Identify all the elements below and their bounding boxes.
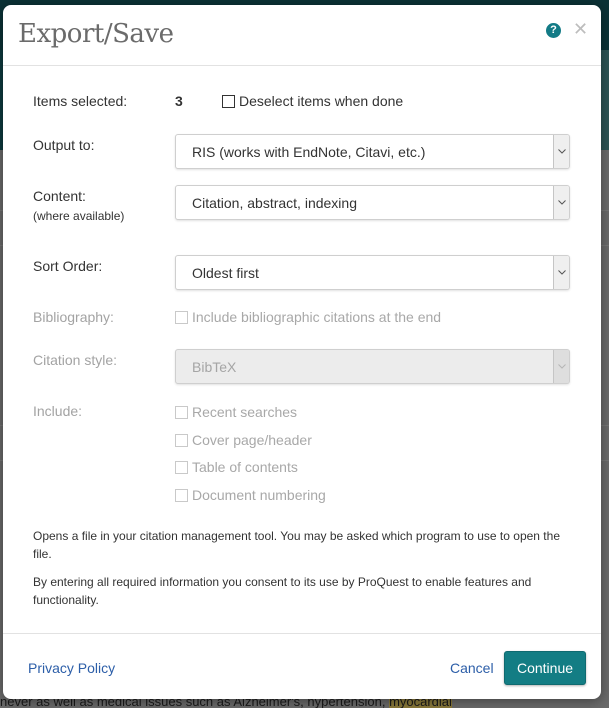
dialog-footer: Privacy Policy Cancel Continue bbox=[3, 633, 601, 699]
include-option-label: Table of contents bbox=[192, 459, 298, 475]
bibliography-option-label: Include bibliographic citations at the e… bbox=[192, 309, 442, 325]
export-save-dialog: Export/Save ? ✕ Items selected: 3 Desele… bbox=[3, 5, 601, 699]
citation-style-value: BibTeX bbox=[192, 359, 237, 375]
content-select[interactable]: Citation, abstract, indexing bbox=[175, 185, 570, 220]
dialog-title: Export/Save bbox=[18, 19, 174, 49]
content-label-text: Content: bbox=[33, 188, 86, 204]
output-to-select[interactable]: RIS (works with EndNote, Citavi, etc.) bbox=[175, 134, 570, 169]
content-value: Citation, abstract, indexing bbox=[192, 195, 357, 211]
citation-style-label: Citation style: bbox=[33, 352, 118, 368]
include-option-label: Recent searches bbox=[192, 404, 298, 420]
chevron-down-icon[interactable] bbox=[553, 350, 569, 383]
deselect-items-checkbox[interactable]: Deselect items when done bbox=[222, 93, 403, 109]
checkbox-icon[interactable] bbox=[175, 460, 188, 474]
include-table-of-contents-checkbox[interactable]: Table of contents bbox=[175, 459, 298, 475]
include-recent-searches-checkbox[interactable]: Recent searches bbox=[175, 404, 297, 420]
content-sublabel: (where available) bbox=[33, 209, 125, 223]
output-to-value: RIS (works with EndNote, Citavi, etc.) bbox=[192, 144, 426, 160]
export-description: Opens a file in your citation management… bbox=[33, 529, 560, 561]
items-selected-label: Items selected: bbox=[33, 93, 128, 109]
include-option-label: Document numbering bbox=[192, 487, 326, 503]
chevron-down-icon[interactable] bbox=[553, 256, 569, 289]
citation-style-select[interactable]: BibTeX bbox=[175, 349, 570, 384]
chevron-down-icon[interactable] bbox=[553, 186, 569, 219]
cancel-button[interactable]: Cancel bbox=[450, 660, 494, 676]
continue-button[interactable]: Continue bbox=[504, 651, 586, 685]
checkbox-icon[interactable] bbox=[175, 488, 188, 502]
content-label: Content: (where available) bbox=[33, 188, 124, 223]
bibliography-label: Bibliography: bbox=[33, 309, 114, 325]
output-to-label: Output to: bbox=[33, 137, 95, 153]
include-label: Include: bbox=[33, 403, 83, 419]
deselect-items-label: Deselect items when done bbox=[239, 93, 404, 109]
question-circle-icon[interactable]: ? bbox=[546, 23, 561, 38]
checkbox-icon[interactable] bbox=[175, 405, 188, 419]
consent-notice: By entering all required information you… bbox=[33, 575, 532, 607]
include-option-label: Cover page/header bbox=[192, 432, 312, 448]
checkbox-icon[interactable] bbox=[175, 433, 188, 447]
include-cover-page-checkbox[interactable]: Cover page/header bbox=[175, 432, 312, 448]
sort-order-select[interactable]: Oldest first bbox=[175, 255, 570, 290]
checkbox-icon[interactable] bbox=[175, 310, 188, 324]
sort-order-label: Sort Order: bbox=[33, 258, 103, 274]
dialog-header: Export/Save ? ✕ bbox=[3, 5, 601, 66]
privacy-policy-link[interactable]: Privacy Policy bbox=[28, 660, 115, 676]
checkbox-icon[interactable] bbox=[222, 94, 235, 108]
close-icon[interactable]: ✕ bbox=[573, 19, 588, 39]
sort-order-value: Oldest first bbox=[192, 265, 259, 281]
include-document-numbering-checkbox[interactable]: Document numbering bbox=[175, 487, 326, 503]
items-selected-count: 3 bbox=[175, 93, 183, 109]
chevron-down-icon[interactable] bbox=[553, 135, 569, 168]
bibliography-checkbox[interactable]: Include bibliographic citations at the e… bbox=[175, 309, 441, 325]
